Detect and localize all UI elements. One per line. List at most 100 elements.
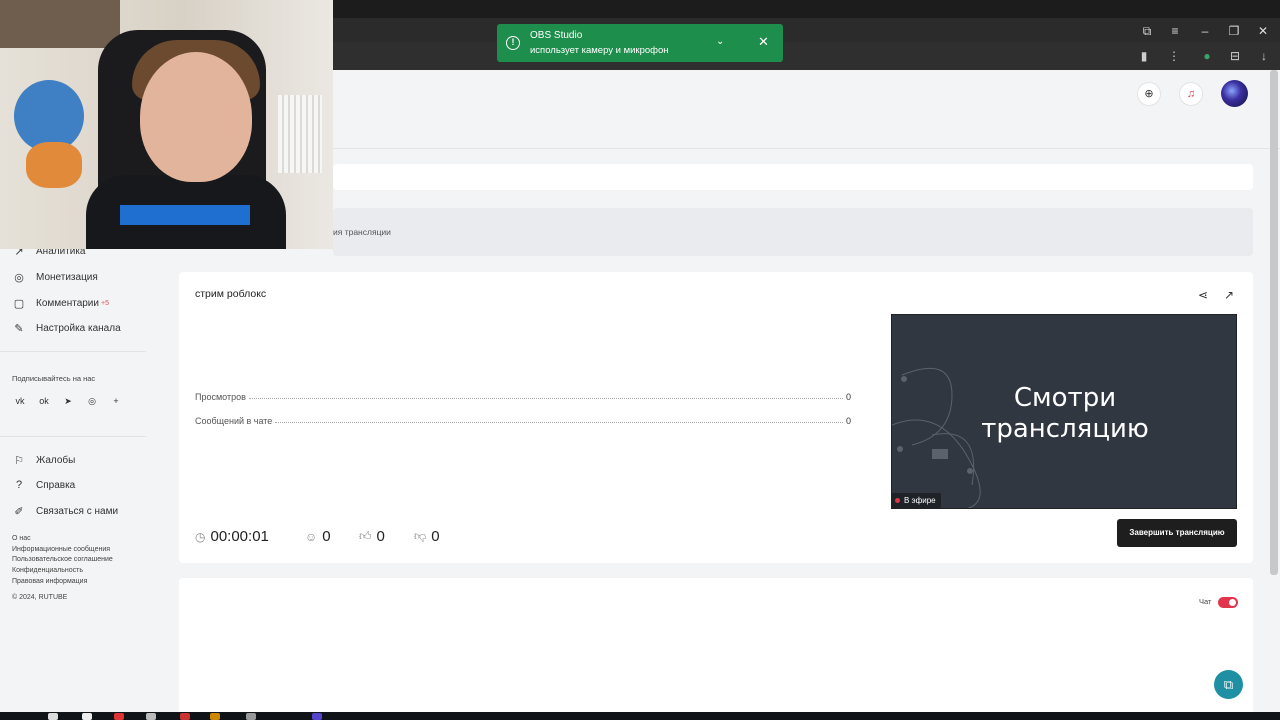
follow-label: Подписывайтесь на нас: [12, 374, 96, 383]
page-scrollbar[interactable]: [1270, 70, 1278, 575]
footer-link-terms[interactable]: Пользовательское соглашение: [12, 556, 113, 563]
duration-value: 00:00:01: [210, 528, 269, 545]
breadcrumb: [333, 208, 1253, 256]
footer-link-privacy[interactable]: Конфиденциальность: [12, 567, 83, 574]
odnoklassniki-icon[interactable]: ok: [37, 394, 51, 408]
extension-icon[interactable]: ●: [1199, 49, 1215, 63]
flag-icon: ⚐: [14, 455, 24, 467]
chat-toggle[interactable]: [1218, 597, 1238, 608]
likes-metric: 👍︎ 0: [359, 528, 385, 545]
stat-value: 0: [845, 392, 851, 402]
dotted-leader: [248, 398, 843, 399]
question-icon: ?: [15, 479, 23, 491]
viewers-value: 0: [322, 528, 331, 545]
sidebar-item-channel-settings[interactable]: ✎ Настройка канала: [12, 322, 121, 335]
browser-taskbar-icon[interactable]: [146, 713, 156, 720]
app-icon[interactable]: [210, 713, 220, 720]
footer-link-about[interactable]: О нас: [12, 535, 31, 542]
coin-icon: ◎: [14, 272, 24, 284]
chat-label: Чат: [1199, 597, 1212, 606]
app-icon[interactable]: [180, 713, 190, 720]
stat-chat-messages: Сообщений в чате 0: [195, 416, 851, 426]
stat-label: Просмотров: [195, 392, 246, 402]
viewers-metric: ☺ 0: [305, 528, 331, 545]
notification-message: использует камеру и микрофон: [530, 45, 669, 56]
plus-icon[interactable]: +: [109, 394, 123, 408]
dislikes-metric: 👎︎ 0: [414, 528, 440, 545]
share-icon[interactable]: ⋖: [1196, 288, 1210, 302]
live-badge: В эфире: [891, 493, 941, 508]
taskview-icon[interactable]: [82, 713, 92, 720]
stat-label: Сообщений в чате: [195, 416, 273, 426]
viewer-icon: ☺: [305, 529, 318, 544]
info-icon: !: [506, 36, 520, 50]
minimize-icon[interactable]: –: [1196, 24, 1214, 38]
support-chat-icon[interactable]: ⧉: [1214, 670, 1243, 699]
live-dot-icon: [895, 498, 900, 503]
live-label: В эфире: [904, 496, 936, 505]
sidebar-item-complaints[interactable]: ⚐ Жалобы: [12, 454, 75, 467]
pen-icon: ✐: [14, 506, 24, 518]
telegram-icon[interactable]: ➤: [61, 394, 75, 408]
chevron-down-icon[interactable]: ⌄: [716, 36, 724, 47]
sidebar-divider: [0, 351, 146, 352]
comments-badge: +5: [100, 300, 109, 307]
app-icon[interactable]: [114, 713, 124, 720]
app-icon[interactable]: [312, 713, 322, 720]
sidebar-item-label: Настройка канала: [36, 323, 121, 334]
avatar[interactable]: [1221, 80, 1248, 107]
dotted-leader: [275, 422, 843, 423]
menu-icon[interactable]: ≡: [1166, 24, 1184, 38]
app-icon[interactable]: [246, 713, 256, 720]
sidebar-divider: [0, 436, 146, 437]
sidebar-item-label: Монетизация: [36, 272, 98, 283]
stat-value: 0: [845, 416, 851, 426]
vk-icon[interactable]: vk: [13, 394, 27, 408]
sidebar-item-label: Связаться с нами: [36, 506, 119, 517]
end-stream-button[interactable]: Завершить трансляцию: [1117, 519, 1237, 547]
close-icon[interactable]: ✕: [758, 34, 769, 50]
footer-link-legal[interactable]: Правовая информация: [12, 578, 87, 585]
notification-title: OBS Studio: [530, 30, 583, 41]
search-taskbar-icon[interactable]: [48, 713, 58, 720]
sidebar-item-label: Комментарии: [36, 298, 99, 309]
bell-icon[interactable]: ♫: [1179, 82, 1203, 106]
duration-metric: ◷ 00:00:01: [195, 528, 269, 545]
comment-icon: ▢: [13, 298, 25, 310]
sidebar-item-label: Справка: [36, 479, 76, 491]
toggle-knob: [1229, 599, 1236, 606]
webcam-overlay: [0, 0, 333, 249]
collections-icon[interactable]: ⧉: [1138, 24, 1156, 38]
download-icon[interactable]: ↓: [1256, 49, 1272, 63]
clock-icon: ◷: [195, 529, 206, 544]
preview-text: Смотри трансляцию: [981, 383, 1149, 444]
sidebar-item-label: Жалобы: [36, 455, 76, 466]
stream-preview[interactable]: Смотри трансляцию: [891, 314, 1237, 509]
stream-title: стрим роблокс: [195, 288, 267, 300]
sidebar-item-help[interactable]: ? Справка: [12, 479, 75, 491]
copyright: © 2024, RUTUBE: [12, 594, 68, 601]
os-taskbar: [0, 712, 1280, 720]
upload-icon[interactable]: ⊕: [1137, 82, 1161, 106]
close-window-icon[interactable]: ✕: [1254, 24, 1272, 38]
camera-notification: ! OBS Studio использует камеру и микрофо…: [497, 24, 783, 62]
sidebar-item-comments[interactable]: ▢ Комментарии +5: [12, 297, 109, 310]
maximize-icon[interactable]: ❐: [1225, 24, 1243, 38]
tabs-icon[interactable]: ⊟: [1227, 49, 1243, 63]
breadcrumb-text: ия трансляции: [333, 227, 391, 237]
header-divider: [333, 148, 1280, 149]
thumbs-down-icon: 👎︎: [414, 529, 427, 543]
sidebar-item-monetization[interactable]: ◎ Монетизация: [12, 271, 98, 284]
bookmark-icon[interactable]: ▮: [1136, 49, 1152, 63]
sidebar-item-contact[interactable]: ✐ Связаться с нами: [12, 505, 118, 518]
more-icon[interactable]: ⋮: [1166, 49, 1182, 63]
stat-views: Просмотров 0: [195, 392, 851, 402]
dislikes-value: 0: [431, 528, 440, 545]
dzen-icon[interactable]: ◎: [85, 394, 99, 408]
likes-value: 0: [376, 528, 385, 545]
footer-link-info[interactable]: Информационные сообщения: [12, 546, 110, 553]
search-input[interactable]: [333, 164, 1253, 190]
thumbs-up-icon: 👍︎: [359, 529, 372, 543]
external-link-icon[interactable]: ↗: [1222, 288, 1236, 302]
settings-icon: ✎: [14, 323, 24, 335]
